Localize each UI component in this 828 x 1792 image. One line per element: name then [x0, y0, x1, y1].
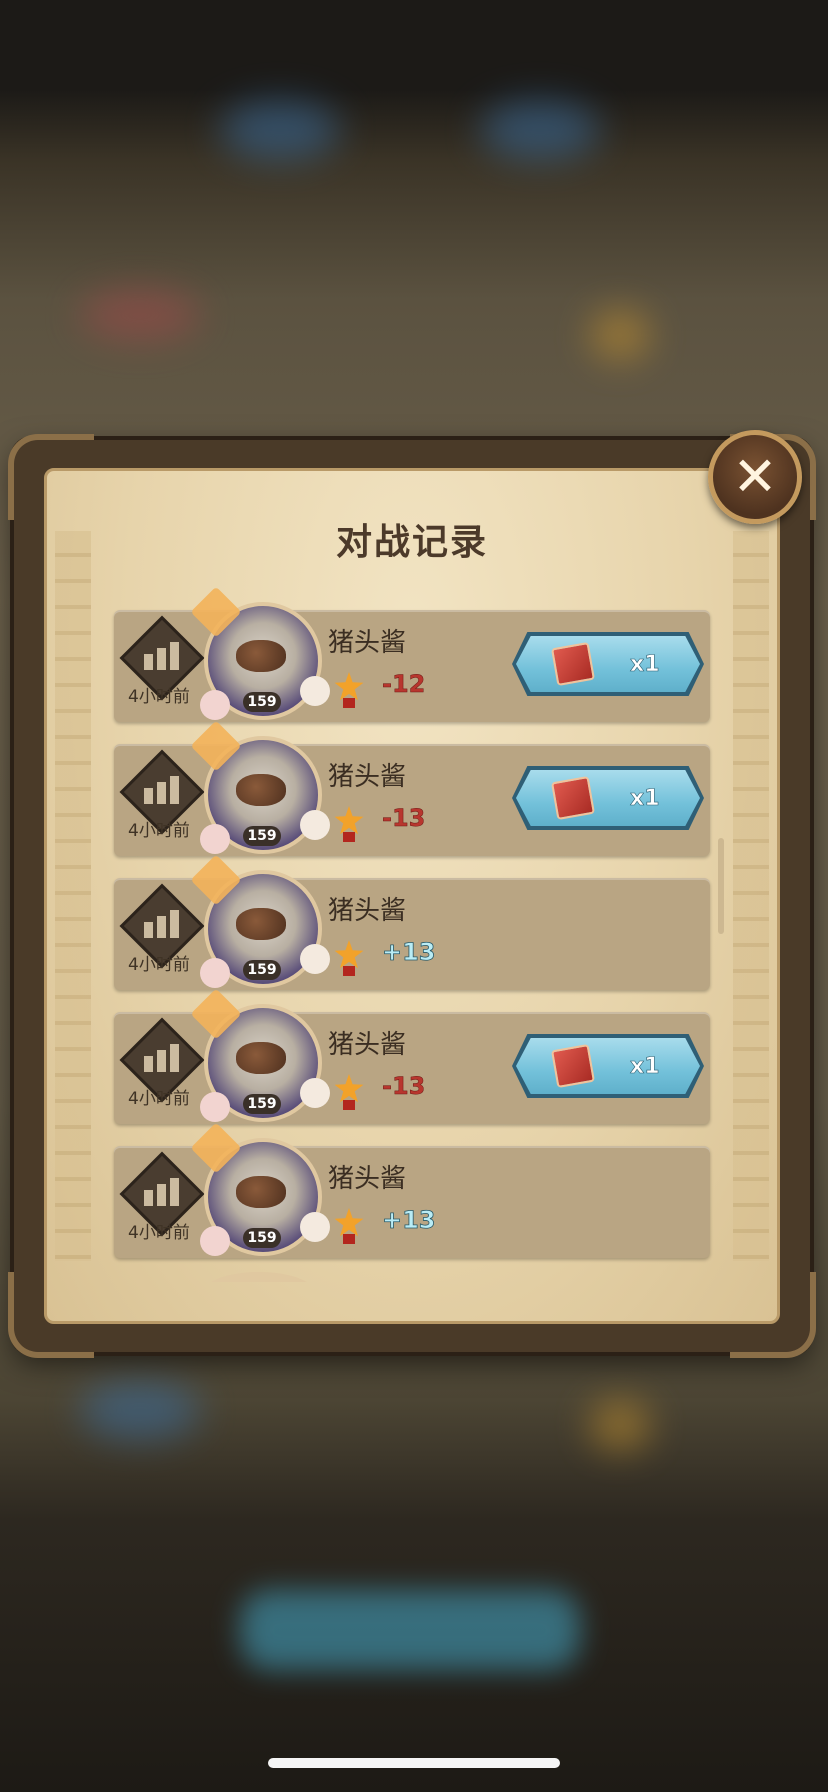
bar-chart-icon [144, 908, 184, 938]
side-ornament [733, 531, 769, 1261]
frame-ornament [190, 988, 242, 1040]
frame-ornament [190, 720, 242, 772]
frame-ornament [190, 1122, 242, 1174]
avatar-portrait [236, 640, 286, 672]
level-badge: 159 [243, 826, 281, 846]
record-time: 4小时前 [128, 1223, 190, 1243]
medal-icon [334, 672, 364, 708]
record-row[interactable]: 4小时前 159 猪头酱 +13 [114, 1122, 710, 1258]
opponent-name: 猪头酱 [328, 896, 407, 926]
next-row-peek [114, 1272, 710, 1282]
flower-ornament [200, 958, 230, 988]
level-badge: 159 [243, 1094, 281, 1114]
medal-icon [334, 1074, 364, 1110]
opponent-name: 猪头酱 [328, 1030, 407, 1060]
reward-button[interactable]: x1 [516, 770, 700, 826]
record-row[interactable]: 4小时前 159 猪头酱 -13 x1 [114, 720, 710, 856]
score-change: -13 [382, 1072, 426, 1101]
flower-ornament [300, 1078, 330, 1108]
record-time: 4小时前 [128, 1089, 190, 1109]
bg-blob [80, 290, 200, 340]
avatar-portrait [236, 1042, 286, 1074]
side-ornament [55, 531, 91, 1261]
flower-ornament [300, 810, 330, 840]
opponent-avatar[interactable]: 159 [190, 720, 330, 854]
level-badge: 159 [243, 692, 281, 712]
bg-blob [220, 100, 340, 160]
flower-ornament [300, 944, 330, 974]
opponent-avatar[interactable]: 159 [190, 854, 330, 988]
medal-icon [334, 1208, 364, 1244]
record-time: 4小时前 [128, 821, 190, 841]
opponent-avatar[interactable]: 159 [190, 988, 330, 1122]
flower-ornament [200, 690, 230, 720]
home-indicator[interactable] [268, 1758, 560, 1768]
list-scrollbar[interactable] [718, 838, 724, 934]
reward-count: x1 [630, 1053, 660, 1079]
score-change: +13 [382, 1206, 436, 1235]
record-row[interactable]: 4小时前 159 猪头酱 -13 x1 [114, 988, 710, 1124]
reward-count: x1 [630, 651, 660, 677]
avatar-portrait [236, 1176, 286, 1208]
medal-icon [334, 940, 364, 976]
record-row[interactable]: 4小时前 159 猪头酱 +13 [114, 854, 710, 990]
record-list[interactable]: 4小时前 159 猪头酱 -12 x1 4小时前 159 猪头酱 -13 x1 … [114, 586, 710, 1280]
bar-chart-icon [144, 774, 184, 804]
scroll-icon [550, 775, 596, 821]
close-button[interactable]: ✕ [708, 430, 802, 524]
bg-blob [590, 1400, 650, 1450]
reward-button[interactable]: x1 [516, 1038, 700, 1094]
level-badge: 159 [243, 1228, 281, 1248]
score-change: +13 [382, 938, 436, 967]
reward-count: x1 [630, 785, 660, 811]
scroll-icon [550, 641, 596, 687]
bg-button-blur [240, 1590, 580, 1670]
flower-ornament [200, 1092, 230, 1122]
close-icon: ✕ [732, 445, 778, 508]
flower-ornament [300, 676, 330, 706]
record-time: 4小时前 [128, 687, 190, 707]
opponent-name: 猪头酱 [328, 628, 407, 658]
reward-button[interactable]: x1 [516, 636, 700, 692]
avatar-portrait [236, 908, 286, 940]
bg-blob [590, 310, 650, 360]
opponent-avatar[interactable]: 159 [190, 1122, 330, 1256]
score-change: -13 [382, 804, 426, 833]
opponent-avatar[interactable]: 159 [190, 586, 330, 720]
bar-chart-icon [144, 1042, 184, 1072]
dialog-title: 对战记录 [335, 522, 488, 563]
medal-icon [334, 806, 364, 842]
bar-chart-icon [144, 640, 184, 670]
frame-ornament [190, 854, 242, 906]
flower-ornament [200, 824, 230, 854]
scroll-icon [550, 1043, 596, 1089]
level-badge: 159 [243, 960, 281, 980]
bg-blob [480, 100, 600, 160]
flower-ornament [200, 1226, 230, 1256]
avatar-portrait [236, 774, 286, 806]
record-time: 4小时前 [128, 955, 190, 975]
opponent-name: 猪头酱 [328, 762, 407, 792]
opponent-name: 猪头酱 [328, 1164, 407, 1194]
bg-blob [80, 1380, 200, 1440]
score-change: -12 [382, 670, 426, 699]
flower-ornament [300, 1212, 330, 1242]
record-row[interactable]: 4小时前 159 猪头酱 -12 x1 [114, 586, 710, 722]
bar-chart-icon [144, 1176, 184, 1206]
